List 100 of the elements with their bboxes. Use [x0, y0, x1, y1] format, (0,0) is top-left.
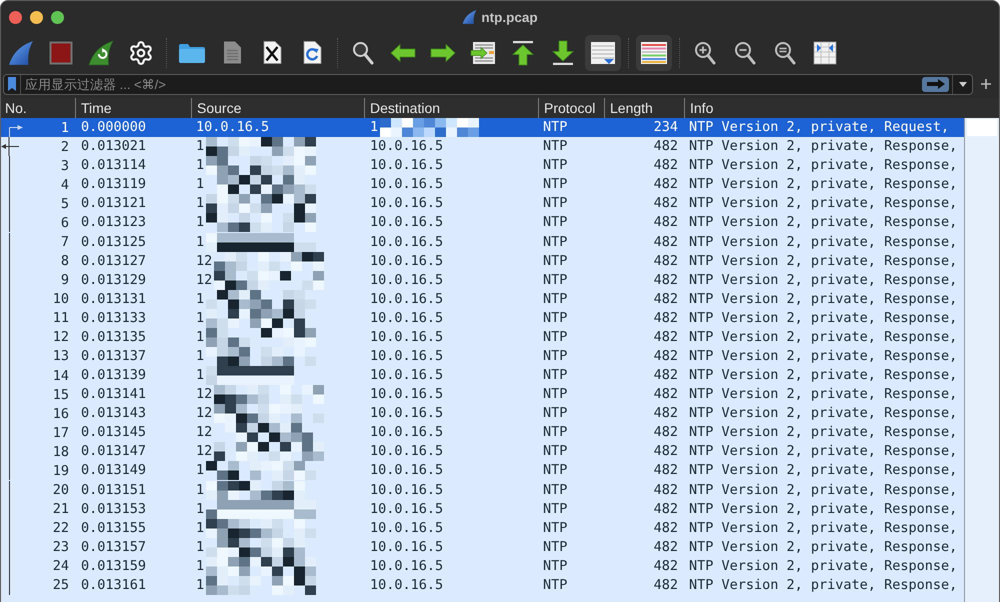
table-cell-text: NTP: [542, 461, 568, 480]
table-cell-text: 10.0.16.5: [369, 538, 444, 557]
table-cell: 1: [196, 175, 204, 194]
table-cell: 1: [196, 137, 204, 156]
packet-row[interactable]: 9 0.013129 12 10.0.16.5 NTP 482 NTP Version 2, private, Response,: [1, 270, 964, 290]
table-cell-text: NTP Version 2, private, Request,: [688, 118, 950, 138]
packet-row[interactable]: 21 0.013153 1 10.0.16.5 NTP 482 NTP Version 2, private, Response,: [1, 500, 964, 519]
columns-icon: [813, 40, 837, 64]
caret-down-icon: [958, 82, 966, 86]
packet-row[interactable]: 14 0.013139 1 10.0.16.5 NTP 482 NTP Version 2, private, Response,: [1, 366, 964, 386]
display-filter-field[interactable]: 应用显示过滤器 ... <⌘/>: [3, 74, 973, 94]
auto-scroll-button[interactable]: [585, 34, 621, 70]
packet-row[interactable]: 11 0.013133 1 10.0.16.5 NTP 482 NTP Version 2, private, Response,: [1, 308, 964, 328]
packet-row[interactable]: 16 0.013143 12 10.0.16.5 NTP 482 NTP Version 2, private, Response,: [1, 404, 964, 424]
packet-number: 5: [60, 196, 70, 212]
table-cell-text: 0.013157: [80, 538, 148, 557]
packet-number: 8: [60, 253, 70, 270]
settings-icon: [128, 40, 154, 66]
table-cell-text: 10.0.16.5: [369, 366, 444, 386]
packet-number: 19: [52, 462, 70, 479]
packet-number: 9: [60, 272, 70, 288]
table-cell-text: 10.0.16.5: [369, 213, 444, 232]
table-cell-text: 10.0.16.5: [369, 576, 444, 595]
document-icon: [222, 40, 242, 65]
search-icon: [352, 40, 374, 64]
table-cell-text: NTP: [542, 252, 568, 271]
packet-row[interactable]: 5 0.013121 1 10.0.16.5 NTP 482 NTP Version 2, private, Response,: [1, 194, 964, 214]
table-cell-text: 0.013141: [80, 385, 148, 404]
packet-row[interactable]: 4 0.013119 1 10.0.16.5 NTP 482 NTP Version 2, private, Response,: [1, 175, 964, 194]
table-cell-text: NTP: [542, 156, 568, 176]
packet-row[interactable]: 10 0.013131 1 10.0.16.5 NTP 482 NTP Version 2, private, Response,: [1, 290, 964, 309]
document-close-icon: [262, 40, 282, 65]
table-cell-text: 0.013149: [80, 461, 148, 480]
filter-input[interactable]: 应用显示过滤器 ... <⌘/>: [21, 74, 922, 94]
minimize-window-button[interactable]: [30, 10, 43, 24]
document-reload-icon: [302, 40, 322, 65]
table-cell-text: NTP Version 2, private, Response,: [688, 194, 958, 214]
table-cell-text: NTP Version 2, private, Response,: [688, 328, 958, 347]
table-cell-text: 10.0.16.5: [195, 118, 270, 138]
table-cell: 1: [196, 576, 204, 595]
packet-row[interactable]: 19 0.013149 1 10.0.16.5 NTP 482 NTP Version 2, private, Response,: [1, 461, 964, 480]
table-cell-text: NTP Version 2, private, Response,: [688, 576, 958, 595]
table-cell-text: NTP Version 2, private, Response,: [688, 423, 958, 442]
table-cell-text: 10.0.16.5: [369, 385, 444, 404]
packet-row[interactable]: 13 0.013137 1 10.0.16.5 NTP 482 NTP Version 2, private, Response,: [1, 346, 964, 366]
table-cell-text: 482: [652, 252, 679, 271]
table-cell-text: NTP: [542, 480, 568, 500]
table-cell-text: 0.013155: [80, 518, 148, 538]
table-cell-text: NTP Version 2, private, Response,: [688, 556, 958, 576]
table-cell-text: NTP: [542, 346, 568, 366]
table-cell-text: 10.0.16.5: [369, 156, 444, 176]
packet-number: 2: [60, 138, 70, 155]
packet-number: 24: [52, 558, 70, 574]
table-cell-text: 10.0.16.5: [369, 290, 444, 309]
packet-row[interactable]: 2 0.013021 1 10.0.16.5 NTP 482 NTP Version 2, private, Response,: [1, 137, 964, 156]
table-cell-text: NTP: [542, 518, 568, 538]
packet-row[interactable]: 25 0.013161 1 10.0.16.5 NTP 482 NTP Version 2, private, Response,: [1, 576, 964, 595]
colorize-button[interactable]: [636, 34, 672, 70]
table-cell: 1: [196, 500, 204, 519]
packet-row[interactable]: 1 0.000000 10.0.16.5 1 NTP 234 NTP Version 2, private, Request,: [1, 118, 964, 138]
packet-number: 12: [52, 329, 70, 346]
table-cell-text: 482: [652, 442, 679, 462]
table-cell-text: NTP Version 2, private, Response,: [688, 290, 958, 309]
table-cell-text: 482: [652, 500, 679, 519]
packet-row[interactable]: 24 0.013159 1 10.0.16.5 NTP 482 NTP Version 2, private, Response,: [1, 556, 964, 576]
packet-number: 16: [52, 406, 70, 422]
table-cell-text: NTP: [542, 556, 568, 576]
left-arrow-icon: [390, 42, 416, 62]
packet-row[interactable]: 22 0.013155 1 10.0.16.5 NTP 482 NTP Version 2, private, Response,: [1, 518, 964, 538]
packet-row[interactable]: 8 0.013127 12 10.0.16.5 NTP 482 NTP Version 2, private, Response,: [1, 252, 964, 271]
table-cell-text: NTP: [542, 232, 568, 252]
table-cell-text: NTP: [542, 404, 568, 424]
table-cell-text: NTP Version 2, private, Response,: [688, 366, 958, 386]
apply-filter-button[interactable]: [922, 76, 949, 92]
packet-row[interactable]: 23 0.013157 1 10.0.16.5 NTP 482 NTP Version 2, private, Response,: [1, 538, 964, 557]
packet-row[interactable]: 3 0.013114 1 10.0.16.5 NTP 482 NTP Version 2, private, Response,: [1, 156, 964, 176]
table-cell: 12: [196, 270, 212, 290]
packet-row[interactable]: 18 0.013147 12 10.0.16.5 NTP 482 NTP Version 2, private, Response,: [1, 442, 964, 462]
packet-row[interactable]: 20 0.013151 1 10.0.16.5 NTP 482 NTP Version 2, private, Response,: [1, 480, 964, 500]
table-cell-text: NTP Version 2, private, Response,: [688, 156, 958, 176]
packet-number: 13: [52, 348, 70, 364]
column-header[interactable]: No.: [1, 98, 75, 118]
table-cell-text: NTP: [542, 328, 568, 347]
table-cell-text: NTP: [542, 194, 568, 214]
stop-icon: [49, 40, 73, 64]
packet-row[interactable]: 12 0.013135 1 10.0.16.5 NTP 482 NTP Version 2, private, Response,: [1, 328, 964, 347]
packet-row[interactable]: 6 0.013123 1 10.0.16.5 NTP 482 NTP Version 2, private, Response,: [1, 213, 964, 232]
scrollbar-thumb[interactable]: [967, 119, 997, 136]
packet-map-scrollbar[interactable]: [964, 118, 999, 602]
packet-row[interactable]: 17 0.013145 12 10.0.16.5 NTP 482 NTP Version 2, private, Response,: [1, 423, 964, 442]
table-cell-text: 10.0.16.5: [369, 175, 444, 194]
table-cell-text: NTP Version 2, private, Response,: [688, 480, 958, 500]
table-cell-text: 482: [652, 308, 679, 328]
zoom-window-button[interactable]: [51, 10, 64, 24]
table-cell-text: 0.013021: [80, 137, 148, 156]
table-cell-text: 0.013161: [80, 576, 148, 595]
table-cell-text: NTP Version 2, private, Response,: [688, 308, 958, 328]
packet-row[interactable]: 7 0.013125 1 10.0.16.5 NTP 482 NTP Version 2, private, Response,: [1, 232, 964, 252]
close-window-button[interactable]: [9, 10, 22, 24]
packet-row[interactable]: 15 0.013141 12 10.0.16.5 NTP 482 NTP Version 2, private, Response,: [1, 385, 964, 404]
